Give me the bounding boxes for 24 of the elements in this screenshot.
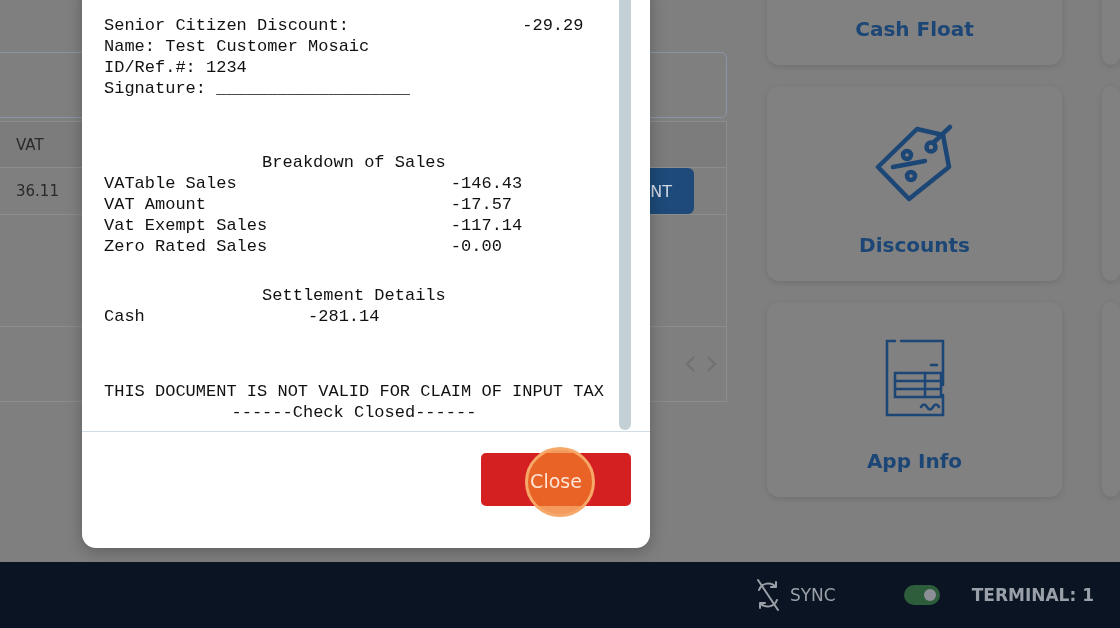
receipt-heading: Settlement Details	[261, 285, 447, 306]
receipt-line: Cash -281.14	[104, 306, 381, 327]
discount-tag-icon	[874, 123, 955, 203]
toggle-switch[interactable]	[903, 585, 940, 605]
terminal-label: TERMINAL: 1	[971, 585, 1094, 605]
receipt-line: ID/Ref.#: 1234	[104, 57, 248, 78]
table-cell-text: 36.11	[15, 182, 59, 200]
sync-label: SYNC	[789, 585, 836, 605]
receipt-line: Senior Citizen Discount: -29.29	[104, 15, 585, 36]
column-header: VAT	[15, 135, 44, 154]
receipt-line: Signature: ___________________	[104, 78, 412, 99]
receipt-heading: Breakdown of Sales	[261, 152, 447, 173]
receipt-dialog: Senior Citizen Discount: -29.29 Name: Test Customer Mosaic ID/Ref.#: 1234 Signature: ___________________ Breakdown of Sales VATable Sales -146.43 VAT Amount -17.57 Vat Exempt Sales -117.14 Zero Rated Sales -0.00 Settlement Details Cash -281.14 THIS DOCUMENT IS NOT VALID FOR CLAIM OF INPUT TAX ------Check Closed------ Close	[82, 0, 650, 548]
receipt-line: Zero Rated Sales -0.00	[104, 236, 503, 257]
receipt-line: Vat Exempt Sales -117.14	[104, 215, 524, 236]
receipt-line: VAT Amount -17.57	[104, 194, 514, 215]
receipt-line: Name: Test Customer Mosaic	[104, 36, 371, 57]
menu-card[interactable]: Discounts	[767, 86, 1062, 281]
menu-card[interactable]: App Info	[767, 302, 1062, 497]
receipt-heading: ------Check Closed------	[230, 402, 478, 423]
scrollbar[interactable]	[619, 0, 631, 430]
receipt-line: VATable Sales -146.43	[104, 173, 524, 194]
receipt-line: THIS DOCUMENT IS NOT VALID FOR CLAIM OF INPUT TAX	[104, 381, 604, 402]
menu-card[interactable]: Cash Float	[767, 0, 1062, 65]
